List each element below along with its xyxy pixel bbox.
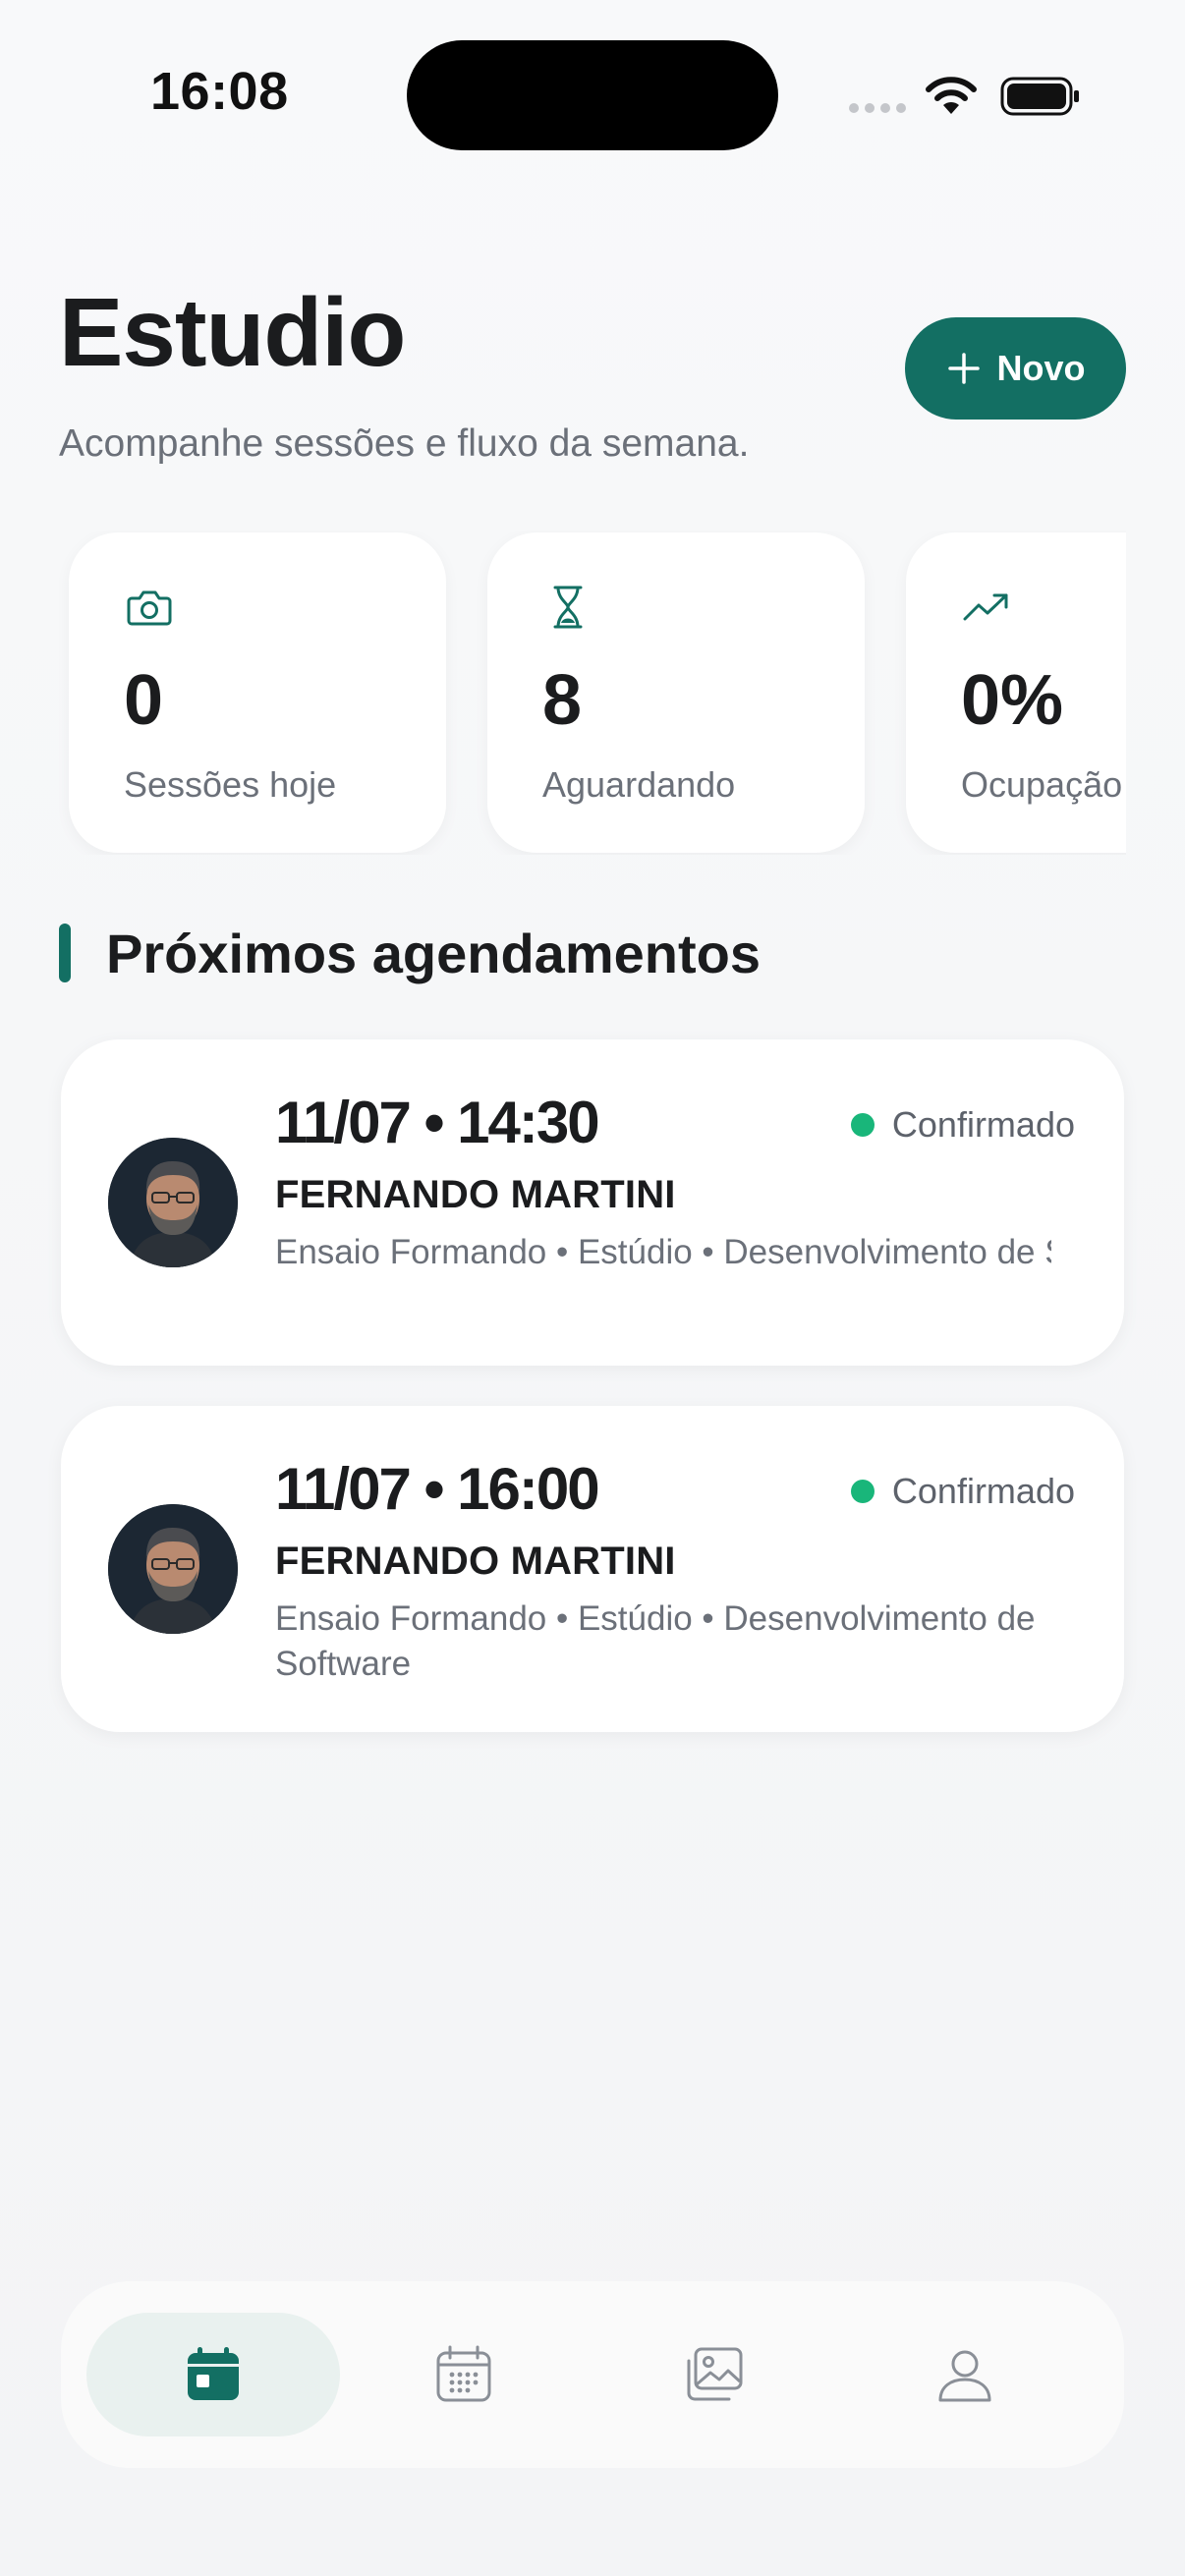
status-dot bbox=[850, 1113, 875, 1137]
stat-card-waiting: 8 Aguardando bbox=[487, 532, 865, 853]
signal-icon bbox=[849, 103, 906, 113]
stat-label: Aguardando bbox=[542, 764, 736, 805]
trending-up-icon bbox=[963, 593, 1008, 621]
status-time: 16:08 bbox=[150, 62, 289, 121]
status-dot bbox=[850, 1480, 875, 1503]
camera-icon bbox=[127, 590, 172, 626]
stats-carousel[interactable]: 0 Sessões hoje 8 Aguardando 0% Ocupação bbox=[59, 531, 1126, 855]
appointment-datetime: 11/07 • 14:30 bbox=[275, 1090, 600, 1155]
client-name: FERNANDO MARTINI bbox=[275, 1173, 676, 1216]
appointment-description: Ensaio Formando • Estúdio • Desenvolvime… bbox=[275, 1599, 1036, 1683]
appointment-description: Ensaio Formando • Estúdio • Desenvolvime… bbox=[275, 1233, 1051, 1271]
avatar bbox=[108, 1138, 238, 1267]
hourglass-icon bbox=[553, 586, 583, 629]
stat-value: 0% bbox=[961, 661, 1064, 740]
stat-label: Ocupação bbox=[961, 764, 1123, 805]
calendar-today-icon bbox=[188, 2347, 239, 2400]
wifi-icon bbox=[926, 77, 977, 114]
bottom-nav bbox=[61, 2281, 1124, 2468]
appointment-datetime: 11/07 • 16:00 bbox=[275, 1456, 600, 1522]
calendar-grid-icon bbox=[436, 2345, 491, 2402]
plus-icon bbox=[947, 353, 980, 384]
section-title: Próximos agendamentos bbox=[106, 923, 761, 984]
stat-value: 8 bbox=[542, 661, 583, 740]
nav-item-calendar[interactable] bbox=[337, 2313, 591, 2436]
new-button-label: Novo bbox=[996, 348, 1086, 388]
nav-item-profile[interactable] bbox=[838, 2313, 1092, 2436]
status-badge: Confirmado bbox=[850, 1471, 1075, 1512]
nav-item-gallery[interactable] bbox=[588, 2313, 841, 2436]
profile-icon bbox=[938, 2350, 991, 2402]
stat-label: Sessões hoje bbox=[124, 764, 337, 805]
avatar bbox=[108, 1504, 238, 1634]
page-title: Estudio bbox=[59, 278, 406, 386]
new-button[interactable]: Novo bbox=[905, 317, 1126, 420]
stat-value: 0 bbox=[124, 661, 164, 740]
client-name: FERNANDO MARTINI bbox=[275, 1540, 676, 1583]
stat-card-occupancy: 0% Ocupação bbox=[906, 532, 1126, 853]
status-label: Confirmado bbox=[891, 1104, 1075, 1145]
status-badge: Confirmado bbox=[850, 1104, 1075, 1146]
stat-card-sessions-today: 0 Sessões hoje bbox=[69, 532, 446, 853]
battery-icon bbox=[1000, 77, 1079, 116]
page-subtitle: Acompanhe sessões e fluxo da semana. bbox=[59, 422, 750, 465]
status-label: Confirmado bbox=[891, 1471, 1075, 1511]
appointment-card[interactable]: 11/07 • 14:30 Confirmado FERNANDO MARTIN… bbox=[61, 1039, 1124, 1366]
nav-item-today[interactable] bbox=[86, 2313, 340, 2436]
dynamic-island bbox=[407, 40, 778, 150]
section-accent-bar bbox=[59, 924, 71, 982]
gallery-icon bbox=[687, 2347, 743, 2401]
appointment-card[interactable]: 11/07 • 16:00 Confirmado FERNANDO MARTIN… bbox=[61, 1406, 1124, 1732]
